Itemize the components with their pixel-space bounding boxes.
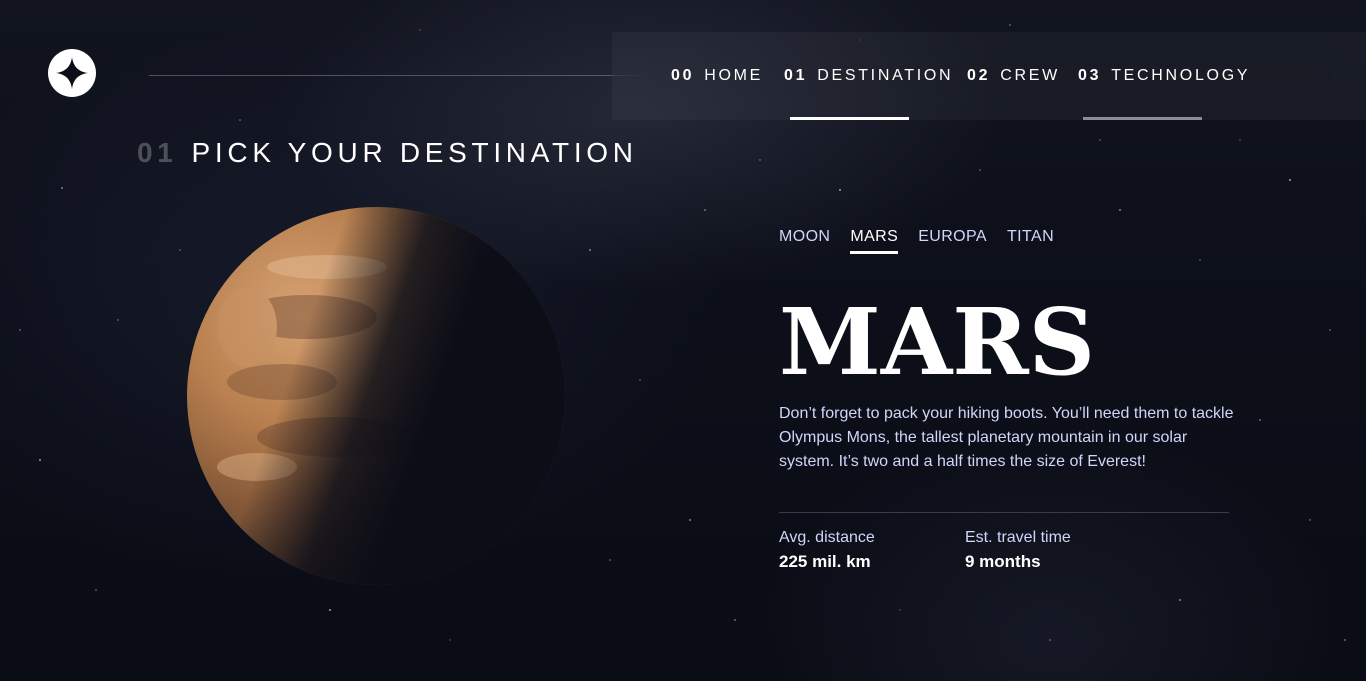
nav-item-label: HOME: [704, 67, 764, 84]
nav-item-technology[interactable]: 03 TECHNOLOGY: [1078, 32, 1250, 120]
tab-europa[interactable]: EUROPA: [918, 228, 987, 254]
tab-titan[interactable]: TITAN: [1007, 228, 1054, 254]
destination-description: Don’t forget to pack your hiking boots. …: [779, 405, 1234, 470]
nav-item-number: 01: [784, 67, 808, 84]
nav-item-number: 03: [1078, 67, 1102, 84]
destination-name: MARS: [779, 288, 1096, 396]
nav-item-label: CREW: [1000, 67, 1060, 84]
nav-item-label: TECHNOLOGY: [1111, 67, 1251, 84]
stat-avg-distance: Avg. distance 225 mil. km: [779, 528, 875, 576]
stat-value: 9 months: [965, 552, 1041, 571]
nav-item-label: DESTINATION: [817, 67, 954, 84]
page-title: 01 PICK YOUR DESTINATION: [137, 137, 638, 169]
main-navigation: 00 HOME 01 DESTINATION 02 CREW 03 TECHNO…: [612, 32, 1366, 120]
nav-item-crew[interactable]: 02 CREW: [967, 32, 1060, 120]
tab-moon[interactable]: MOON: [779, 228, 830, 254]
page-title-number: 01: [137, 137, 178, 168]
nav-item-home[interactable]: 00 HOME: [671, 32, 763, 120]
four-point-star-icon: [56, 57, 88, 89]
tab-mars[interactable]: MARS: [850, 228, 899, 254]
nav-item-destination[interactable]: 01 DESTINATION: [784, 32, 953, 120]
stats-divider: [779, 512, 1229, 513]
mars-planet-image: [187, 207, 565, 585]
nav-hover-indicator: [1083, 117, 1202, 120]
destination-tabs: MOON MARS EUROPA TITAN: [779, 228, 1054, 254]
logo-icon[interactable]: [48, 49, 96, 97]
page-title-text: PICK YOUR DESTINATION: [191, 137, 638, 168]
nav-item-number: 00: [671, 67, 695, 84]
header-divider-line: [149, 75, 641, 76]
stat-label: Est. travel time: [965, 529, 1071, 546]
stat-travel-time: Est. travel time 9 months: [965, 528, 1071, 576]
stat-label: Avg. distance: [779, 529, 875, 546]
nav-item-number: 02: [967, 67, 991, 84]
stat-value: 225 mil. km: [779, 552, 871, 571]
